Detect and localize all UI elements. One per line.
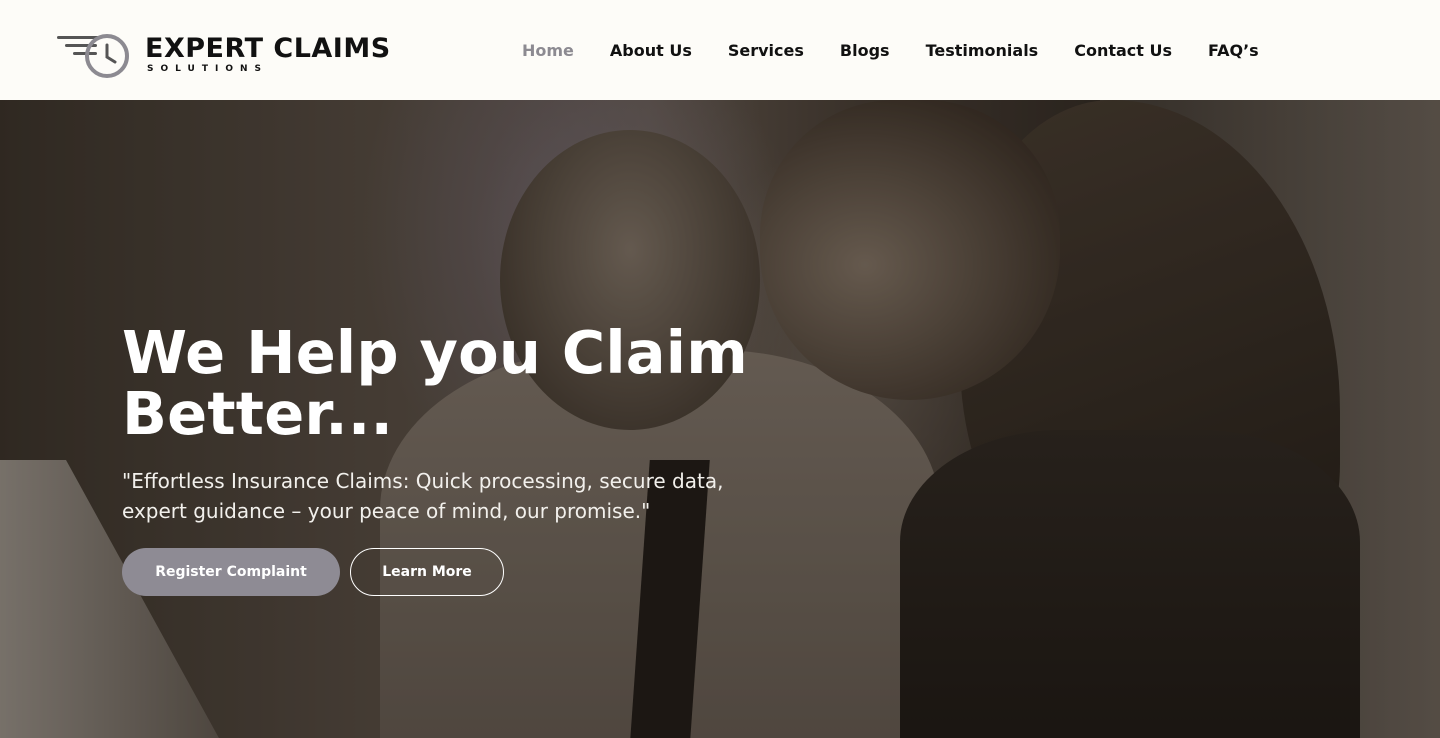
register-complaint-button[interactable]: Register Complaint	[122, 548, 340, 596]
hero-subtitle: "Effortless Insurance Claims: Quick proc…	[122, 469, 724, 523]
brand-subtitle: SOLUTIONS	[147, 64, 269, 74]
nav-item-faqs[interactable]: FAQ’s	[1208, 41, 1259, 60]
nav-item-home[interactable]: Home	[522, 41, 574, 60]
site-header: EXPERT CLAIMS SOLUTIONS Home About Us Se…	[0, 0, 1440, 100]
nav-item-testimonials[interactable]: Testimonials	[926, 41, 1039, 60]
hero-section: We Help you Claim Better... "Effortless …	[0, 100, 1440, 738]
nav-item-contact-us[interactable]: Contact Us	[1074, 41, 1172, 60]
clock-speed-icon	[55, 30, 133, 80]
hero-content: We Help you Claim Better... "Effortless …	[122, 322, 802, 596]
hero-title: We Help you Claim Better...	[122, 318, 748, 448]
hero-buttons: Register Complaint Learn More	[122, 548, 802, 596]
learn-more-button[interactable]: Learn More	[350, 548, 504, 596]
main-nav: Home About Us Services Blogs Testimonial…	[504, 0, 1277, 100]
brand-logo[interactable]: EXPERT CLAIMS SOLUTIONS	[55, 30, 415, 80]
nav-item-services[interactable]: Services	[728, 41, 804, 60]
nav-item-blogs[interactable]: Blogs	[840, 41, 890, 60]
nav-item-about-us[interactable]: About Us	[610, 41, 692, 60]
brand-title: EXPERT CLAIMS	[145, 33, 391, 64]
